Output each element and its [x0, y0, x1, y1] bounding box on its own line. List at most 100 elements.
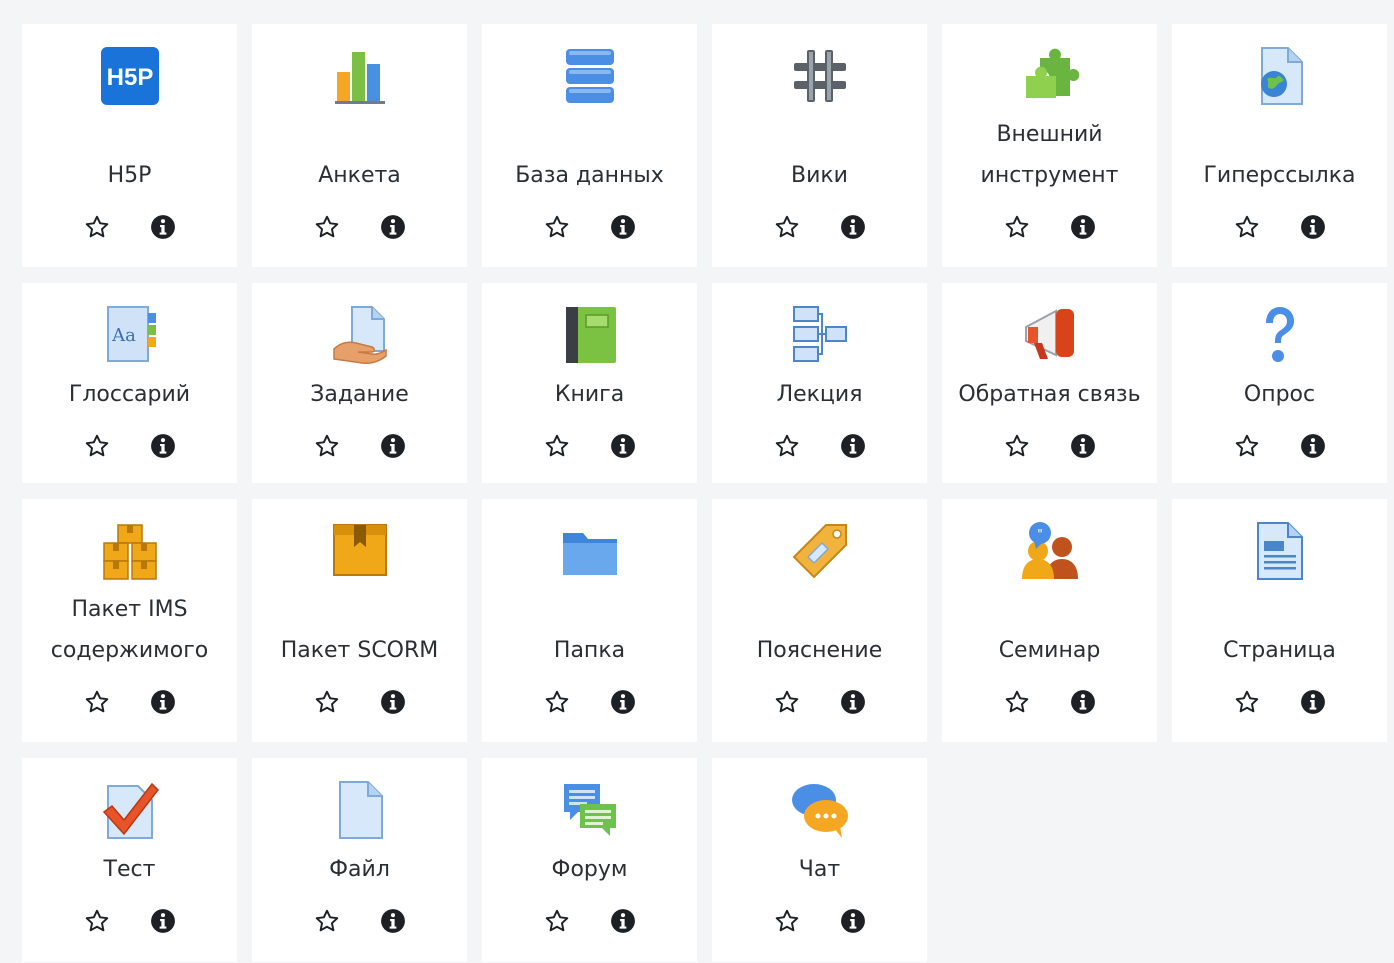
activity-tile-quiz[interactable]: Тест	[22, 758, 237, 962]
activity-name: Внешний инструмент	[980, 122, 1119, 188]
info-icon[interactable]	[838, 431, 868, 461]
svg-text:H5P: H5P	[106, 64, 153, 91]
star-icon[interactable]	[1232, 687, 1262, 717]
star-icon[interactable]	[312, 212, 342, 242]
info-icon[interactable]	[1298, 431, 1328, 461]
ims-package-icon	[100, 521, 160, 581]
book-icon	[560, 305, 620, 365]
star-icon[interactable]	[82, 212, 112, 242]
info-icon[interactable]	[608, 212, 638, 242]
info-icon[interactable]	[1298, 687, 1328, 717]
info-icon[interactable]	[378, 431, 408, 461]
activity-name: Тест	[103, 857, 156, 882]
star-icon[interactable]	[82, 431, 112, 461]
activity-tile-page[interactable]: Страница	[1172, 499, 1387, 742]
activity-tile-forum[interactable]: Форум	[482, 758, 697, 962]
svg-text:Aa: Aa	[111, 325, 136, 346]
scorm-icon	[330, 521, 390, 581]
star-icon[interactable]	[82, 687, 112, 717]
file-icon	[330, 780, 390, 840]
activity-tile-chat[interactable]: Чат	[712, 758, 927, 962]
activity-tile-glossary[interactable]: Aa Глоссарий	[22, 283, 237, 483]
info-icon[interactable]	[148, 212, 178, 242]
activity-name: Лекция	[776, 382, 863, 407]
activity-name: Книга	[554, 382, 625, 407]
star-icon[interactable]	[772, 687, 802, 717]
activity-tile-lesson[interactable]: Лекция	[712, 283, 927, 483]
h5p-icon: H5P	[100, 46, 160, 106]
activity-name: Пояснение	[756, 638, 883, 663]
info-icon[interactable]	[148, 431, 178, 461]
info-icon[interactable]	[148, 906, 178, 936]
info-icon[interactable]	[608, 906, 638, 936]
info-icon[interactable]	[1068, 431, 1098, 461]
info-icon[interactable]	[838, 212, 868, 242]
info-icon[interactable]	[378, 212, 408, 242]
activity-tile-workshop[interactable]: " Семинар	[942, 499, 1157, 742]
activity-name: Чат	[798, 857, 841, 882]
workshop-icon: "	[1020, 521, 1080, 581]
forum-icon	[560, 780, 620, 840]
info-icon[interactable]	[148, 687, 178, 717]
info-icon[interactable]	[838, 687, 868, 717]
info-icon[interactable]	[1068, 687, 1098, 717]
activity-name: Пакет SCORM	[280, 638, 439, 663]
activity-tile-choice[interactable]: Опрос	[1172, 283, 1387, 483]
star-icon[interactable]	[1002, 431, 1032, 461]
activity-name: База данных	[515, 163, 664, 188]
activity-tile-scorm[interactable]: Пакет SCORM	[252, 499, 467, 742]
star-icon[interactable]	[542, 212, 572, 242]
star-icon[interactable]	[772, 906, 802, 936]
info-icon[interactable]	[378, 906, 408, 936]
wiki-icon	[790, 46, 850, 106]
activity-tile-survey[interactable]: Анкета	[252, 24, 467, 267]
activity-name: Файл	[329, 857, 390, 882]
activity-tile-folder[interactable]: Папка	[482, 499, 697, 742]
star-icon[interactable]	[312, 687, 342, 717]
activity-tile-label[interactable]: Пояснение	[712, 499, 927, 742]
info-icon[interactable]	[608, 431, 638, 461]
activity-tile-wiki[interactable]: Вики	[712, 24, 927, 267]
info-icon[interactable]	[608, 687, 638, 717]
feedback-icon	[1020, 305, 1080, 365]
star-icon[interactable]	[772, 212, 802, 242]
star-icon[interactable]	[1002, 212, 1032, 242]
activity-name: Семинар	[998, 638, 1101, 663]
activity-tile-external-tool[interactable]: Внешний инструмент	[942, 24, 1157, 267]
survey-icon	[330, 46, 390, 106]
activity-tile-database[interactable]: База данных	[482, 24, 697, 267]
activity-name: Глоссарий	[68, 382, 191, 407]
label-icon	[790, 521, 850, 581]
activity-name: Форум	[551, 857, 628, 882]
chat-icon	[790, 780, 850, 840]
activity-tile-feedback[interactable]: Обратная связь	[942, 283, 1157, 483]
star-icon[interactable]	[1002, 687, 1032, 717]
page-icon	[1250, 521, 1310, 581]
activity-name: Папка	[553, 638, 626, 663]
star-icon[interactable]	[542, 906, 572, 936]
star-icon[interactable]	[312, 431, 342, 461]
info-icon[interactable]	[1068, 212, 1098, 242]
activity-tile-assignment[interactable]: Задание	[252, 283, 467, 483]
external-tool-icon	[1020, 46, 1080, 106]
star-icon[interactable]	[542, 431, 572, 461]
glossary-icon: Aa	[100, 305, 160, 365]
database-icon	[560, 46, 620, 106]
activity-tile-url[interactable]: Гиперссылка	[1172, 24, 1387, 267]
info-icon[interactable]	[838, 906, 868, 936]
activity-tile-file[interactable]: Файл	[252, 758, 467, 962]
star-icon[interactable]	[772, 431, 802, 461]
star-icon[interactable]	[1232, 212, 1262, 242]
activity-tile-h5p[interactable]: H5P H5P	[22, 24, 237, 267]
folder-icon	[560, 521, 620, 581]
activity-tile-book[interactable]: Книга	[482, 283, 697, 483]
info-icon[interactable]	[1298, 212, 1328, 242]
star-icon[interactable]	[1232, 431, 1262, 461]
activity-chooser-grid: H5P H5P Анкета База данных Вики Внешний …	[22, 24, 1387, 962]
activity-name: Опрос	[1243, 382, 1316, 407]
activity-tile-ims-package[interactable]: Пакет IMS содержимого	[22, 499, 237, 742]
star-icon[interactable]	[82, 906, 112, 936]
star-icon[interactable]	[312, 906, 342, 936]
star-icon[interactable]	[542, 687, 572, 717]
info-icon[interactable]	[378, 687, 408, 717]
